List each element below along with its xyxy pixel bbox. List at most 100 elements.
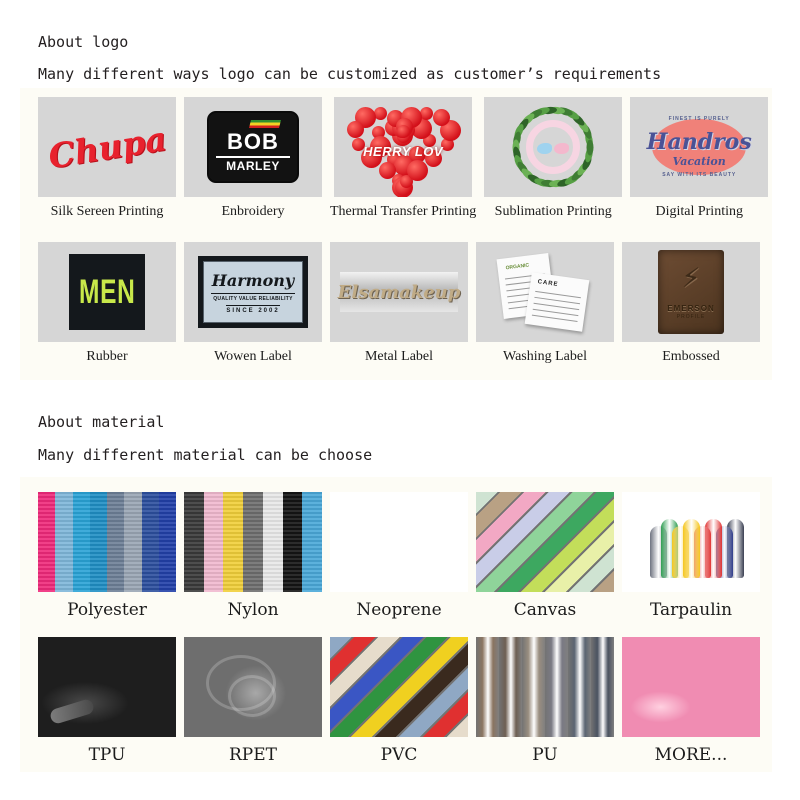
material-caption: Tarpaulin (649, 600, 733, 620)
material-swatch-fur (622, 637, 760, 737)
bob-marley-patch: BOB MARLEY (207, 111, 299, 183)
harmony-since: SINCE 2002 (226, 304, 280, 314)
logo-thumb-washing: ORGANIC CARE (476, 242, 614, 342)
material-item-pvc[interactable]: PVC (330, 637, 468, 765)
logo-caption: Thermal Transfer Printing (330, 204, 477, 219)
embossed-subtext: PROFILE (676, 313, 706, 320)
logo-caption: Wowen Label (214, 349, 292, 364)
rubber-patch: MEN (69, 254, 145, 330)
tag-brand-text: ORGANIC (505, 262, 530, 272)
logo-thumb-sublimation (484, 97, 623, 197)
logo-item-metal-label[interactable]: Elsamakeup Metal Label (330, 242, 468, 365)
logo-section-title: About logo (38, 33, 129, 51)
logo-caption: Sublimation Printing (494, 204, 612, 219)
digital-wordmark: Handros (646, 129, 752, 155)
logo-thumb-metal: Elsamakeup (330, 242, 468, 342)
material-caption: Polyester (67, 600, 147, 620)
heart-text: HERRY LOV (363, 144, 444, 159)
leaf-wreath-graphic (509, 103, 597, 191)
woven-label-border: Harmony QUALITY VALUE RELIABILITY SINCE … (198, 256, 308, 328)
logo-caption: Washing Label (502, 349, 587, 364)
product-catalog-page: About logo Many different ways logo can … (0, 0, 800, 800)
material-section-title: About material (38, 413, 165, 431)
material-swatch-polyester (38, 492, 176, 592)
leather-patch: ⚡ EMERSON PROFILE (658, 250, 724, 334)
logo-caption: Metal Label (364, 349, 434, 364)
chupa-wordmark: Chupa (45, 118, 169, 176)
embossed-wordmark: EMERSON (667, 303, 715, 313)
material-item-pu[interactable]: PU (476, 637, 614, 765)
metal-wordmark: Elsamakeup (337, 281, 461, 303)
material-swatch-rpet (184, 637, 322, 737)
logo-item-rubber[interactable]: MEN Rubber (38, 242, 176, 365)
logo-caption: Rubber (86, 349, 128, 364)
material-caption: Nylon (227, 600, 279, 620)
material-caption: MORE... (654, 745, 728, 765)
wreath-inner-ring (526, 120, 581, 174)
logo-item-digital-printing[interactable]: FINEST IS PURELY Handros Vacation SAY WI… (630, 97, 769, 220)
harmony-wordmark: Harmony (211, 270, 295, 290)
logo-caption: Digital Printing (655, 204, 743, 219)
bob-line-1: BOB (227, 128, 279, 154)
material-item-more[interactable]: MORE... (622, 637, 760, 765)
men-wordmark: MEN (78, 272, 136, 311)
material-swatch-tpu (38, 637, 176, 737)
logo-item-silk-screen-printing[interactable]: Chupa Silk Sereen Printing (38, 97, 176, 220)
logo-caption: Enbroidery (221, 204, 285, 219)
logo-item-sublimation-printing[interactable]: Sublimation Printing (484, 97, 623, 220)
material-item-neoprene[interactable]: Neoprene (330, 492, 468, 620)
material-swatch-canvas (476, 492, 614, 592)
care-symbols-text: CARE (537, 279, 559, 288)
material-row-2: TPU RPET PVC PU MORE... (38, 637, 760, 765)
logo-thumb-woven: Harmony QUALITY VALUE RELIABILITY SINCE … (184, 242, 322, 342)
divider (216, 155, 290, 158)
divider (211, 292, 295, 294)
material-caption: PU (532, 745, 558, 765)
logo-row-2: MEN Rubber Harmony QUALITY VALUE RELIABI… (38, 242, 760, 365)
material-swatch-pu (476, 637, 614, 737)
material-item-rpet[interactable]: RPET (184, 637, 322, 765)
logo-item-thermal-transfer-printing[interactable]: HERRY LOV Thermal Transfer Printing (330, 97, 476, 220)
logo-thumb-rubber: MEN (38, 242, 176, 342)
rasta-flag-icon (249, 120, 281, 128)
digital-subtext: Vacation (672, 155, 726, 168)
material-item-canvas[interactable]: Canvas (476, 492, 614, 620)
material-item-nylon[interactable]: Nylon (184, 492, 322, 620)
material-swatch-pvc (330, 637, 468, 737)
logo-item-embroidery[interactable]: BOB MARLEY Enbroidery (184, 97, 322, 220)
logo-item-washing-label[interactable]: ORGANIC CARE Washing Label (476, 242, 614, 365)
bird-icon-pink (554, 143, 570, 154)
material-swatch-tarpaulin (622, 492, 760, 592)
logo-item-embossed[interactable]: ⚡ EMERSON PROFILE Embossed (622, 242, 760, 365)
logo-thumb-embossed: ⚡ EMERSON PROFILE (622, 242, 760, 342)
logo-caption: Embossed (662, 349, 720, 364)
material-caption: PVC (380, 745, 418, 765)
material-caption: RPET (229, 745, 277, 765)
harmony-tagline: QUALITY VALUE RELIABILITY (213, 295, 293, 302)
rose-heart-graphic: HERRY LOV (347, 104, 462, 197)
material-item-tpu[interactable]: TPU (38, 637, 176, 765)
logo-thumb-thermal-transfer: HERRY LOV (334, 97, 473, 197)
logo-row-1: Chupa Silk Sereen Printing BOB MARLEY En… (38, 97, 769, 220)
material-section-subtitle: Many different material can be choose (38, 446, 373, 464)
logo-item-woven-label[interactable]: Harmony QUALITY VALUE RELIABILITY SINCE … (184, 242, 322, 365)
bob-line-2: MARLEY (226, 158, 280, 173)
logo-thumb-silk-screen: Chupa (38, 97, 176, 197)
material-item-polyester[interactable]: Polyester (38, 492, 176, 620)
care-tag-back: CARE (524, 272, 590, 332)
material-caption: Canvas (513, 600, 577, 620)
logo-caption: Silk Sereen Printing (50, 204, 164, 219)
material-caption: TPU (88, 745, 126, 765)
material-item-tarpaulin[interactable]: Tarpaulin (622, 492, 760, 620)
bird-icon-blue (537, 143, 553, 154)
lightning-bolt-icon: ⚡ (681, 262, 701, 294)
material-row-1: Polyester Nylon Neoprene Canvas Tarpauli (38, 492, 760, 620)
logo-thumb-digital: FINEST IS PURELY Handros Vacation SAY WI… (630, 97, 769, 197)
material-swatch-nylon (184, 492, 322, 592)
logo-thumb-embroidery: BOB MARLEY (184, 97, 322, 197)
digital-top-text: FINEST IS PURELY (668, 116, 730, 122)
material-caption: Neoprene (356, 600, 442, 620)
logo-section-subtitle: Many different ways logo can be customiz… (38, 65, 662, 83)
material-swatch-neoprene (330, 492, 468, 592)
digital-bottom-text: SAY WITH ITS BEAUTY (662, 172, 737, 178)
